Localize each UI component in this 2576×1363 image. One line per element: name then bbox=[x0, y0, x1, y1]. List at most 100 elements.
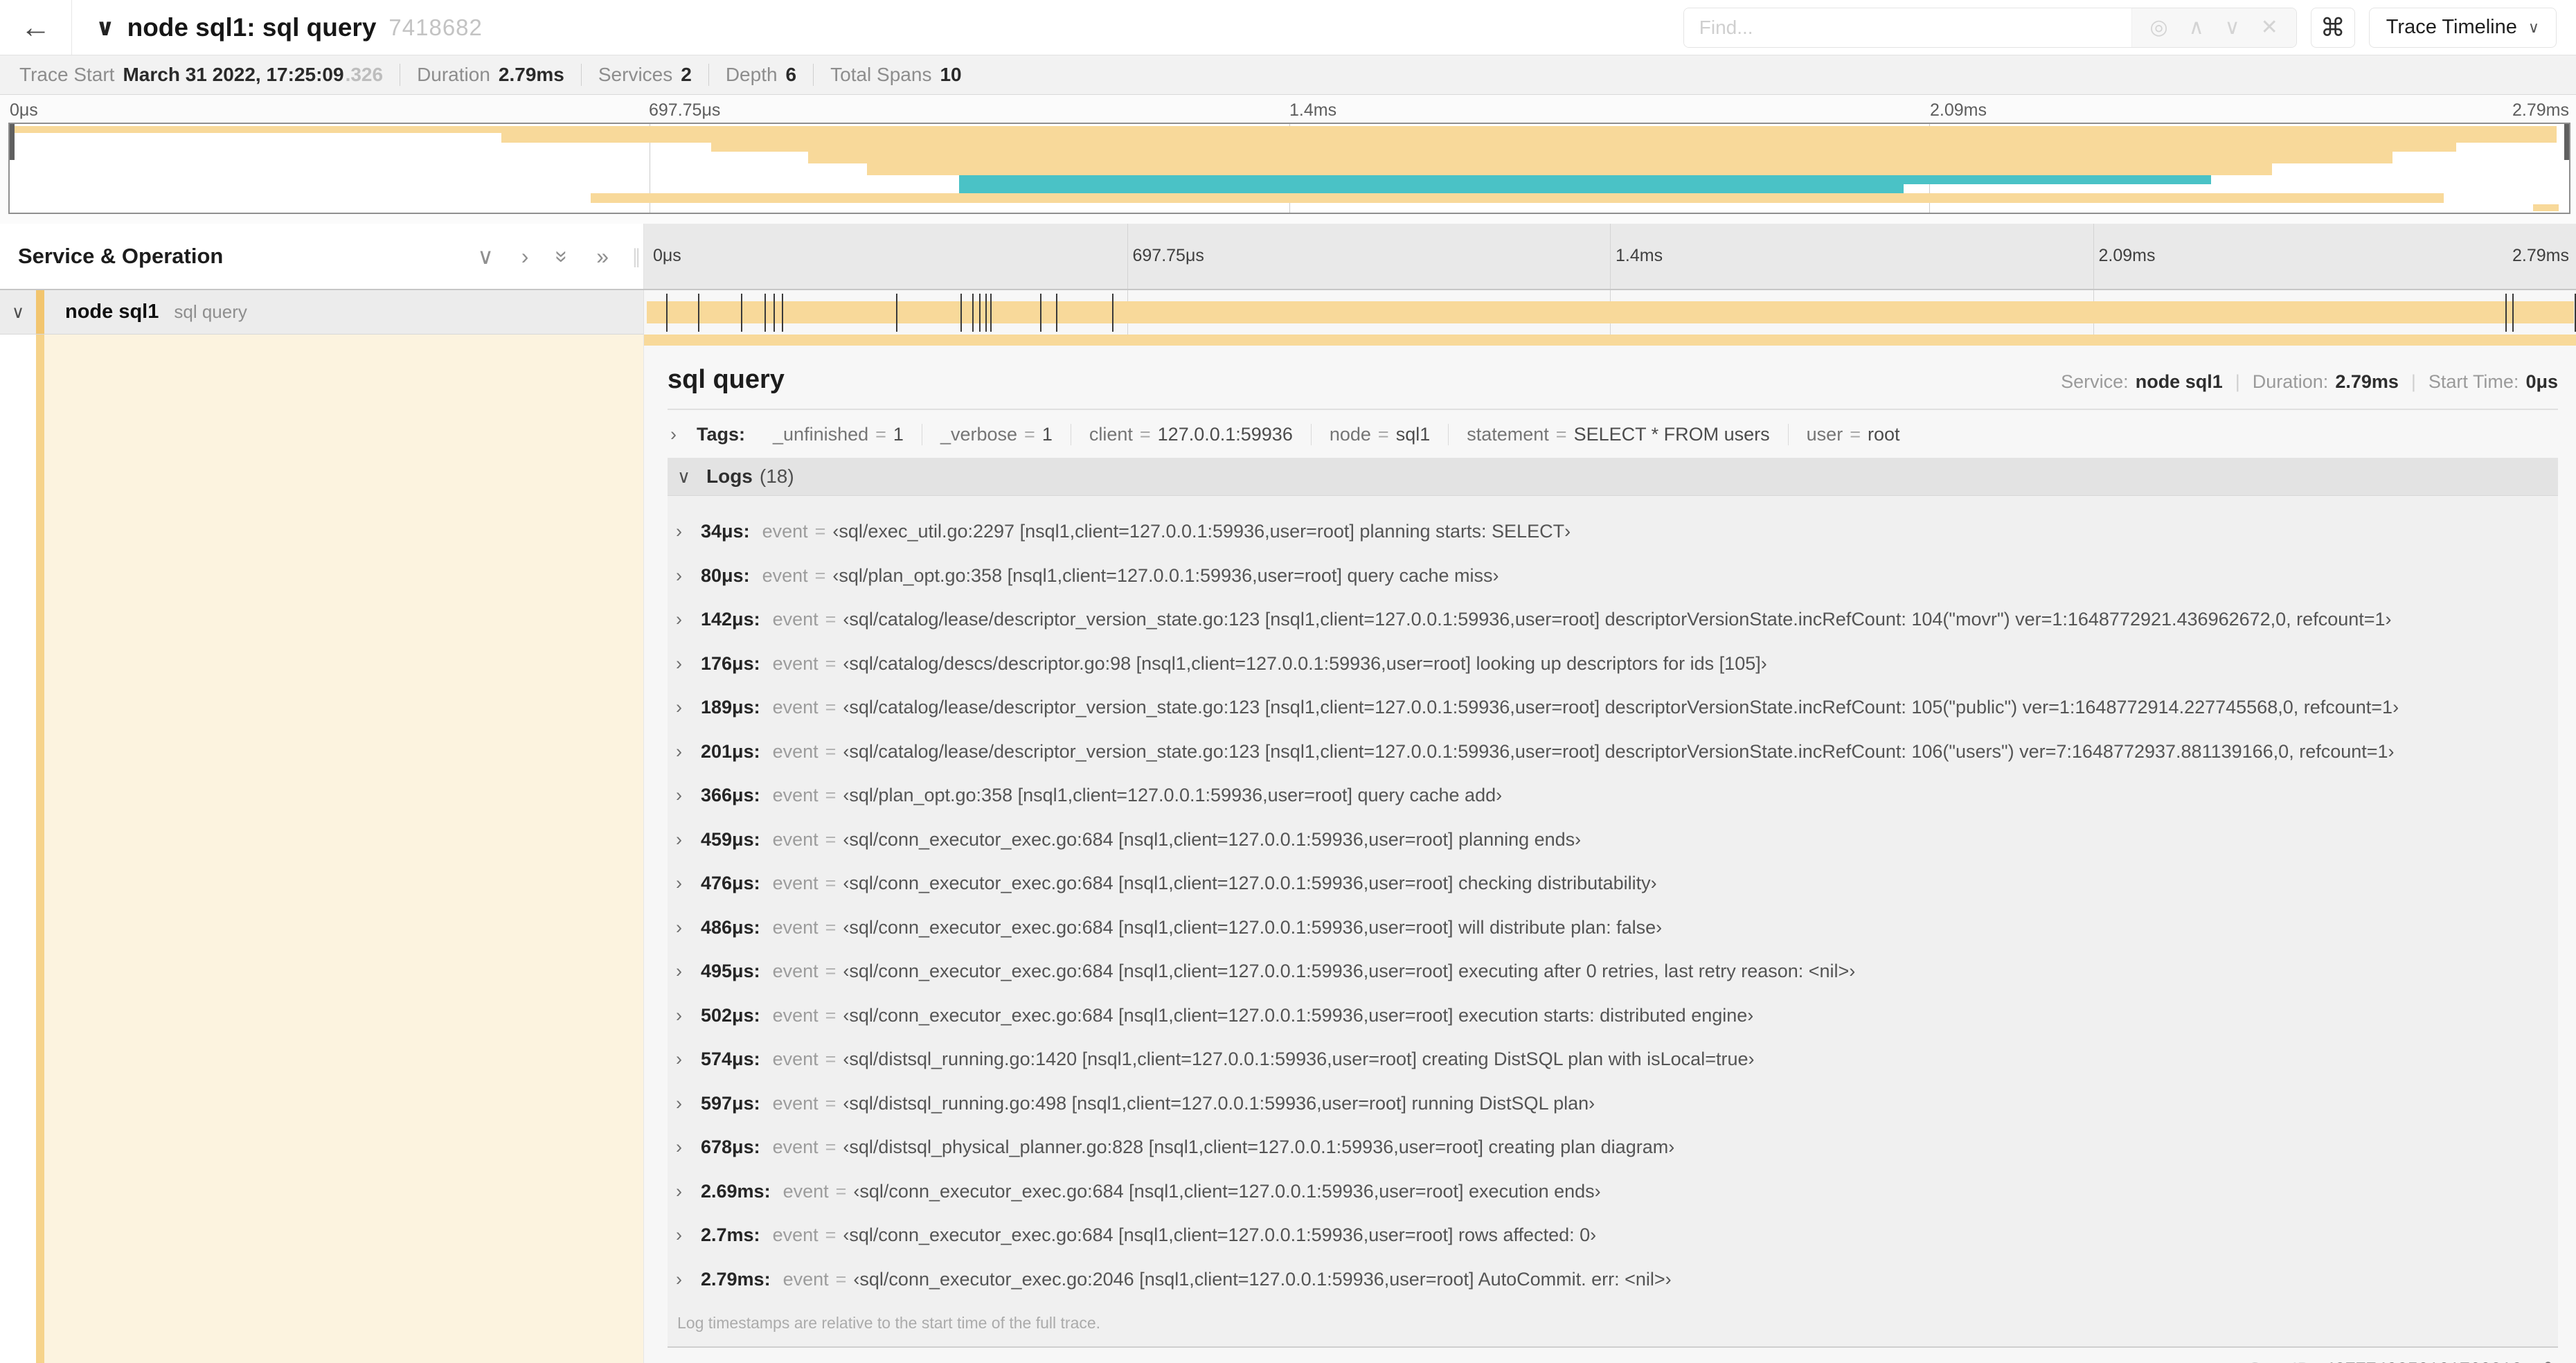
chevron-right-icon[interactable]: › bbox=[676, 785, 701, 806]
tag-key: statement bbox=[1467, 424, 1549, 445]
log-entry[interactable]: › 678μs: event = ‹sql/distsql_physical_plann… bbox=[676, 1125, 2558, 1170]
expand-all-icon[interactable]: » bbox=[596, 244, 609, 269]
log-tick-mark bbox=[1056, 294, 1057, 332]
log-entry[interactable]: › 459μs: event = ‹sql/conn_executor_exec.go:… bbox=[676, 818, 2558, 862]
log-field-value: ‹sql/exec_util.go:2297 [nsql1,client=127… bbox=[832, 521, 1571, 542]
services-value: 2 bbox=[681, 64, 692, 85]
link-icon[interactable] bbox=[2533, 1360, 2554, 1363]
expand-one-icon[interactable]: › bbox=[521, 244, 529, 269]
collapse-one-icon[interactable]: ∨ bbox=[477, 243, 493, 269]
column-resizer-handle[interactable]: ∥ bbox=[629, 245, 643, 268]
span-name-cell[interactable]: ∨ node sql1 sql query bbox=[0, 290, 644, 335]
find-group: ◎ ∧ ∨ ✕ bbox=[1683, 7, 2297, 48]
chevron-right-icon[interactable]: › bbox=[676, 1181, 701, 1202]
log-entry[interactable]: › 486μs: event = ‹sql/conn_executor_exec.go:… bbox=[676, 906, 2558, 950]
chevron-right-icon[interactable]: › bbox=[676, 1093, 701, 1114]
log-field-value: ‹sql/conn_executor_exec.go:684 [nsql1,cl… bbox=[843, 961, 1856, 982]
prev-match-icon[interactable]: ∧ bbox=[2189, 15, 2204, 39]
chevron-right-icon[interactable]: › bbox=[676, 1269, 701, 1290]
chevron-right-icon[interactable]: › bbox=[676, 829, 701, 850]
tag-equals: = bbox=[1555, 424, 1567, 445]
chevron-right-icon[interactable]: › bbox=[676, 1049, 701, 1070]
log-entry[interactable]: › 502μs: event = ‹sql/conn_executor_exec.go:… bbox=[676, 994, 2558, 1038]
minimap-canvas[interactable] bbox=[8, 123, 2570, 214]
log-field-value: ‹sql/catalog/lease/descriptor_version_st… bbox=[843, 609, 2392, 630]
log-entry[interactable]: › 366μs: event = ‹sql/plan_opt.go:358 [nsql1… bbox=[676, 774, 2558, 818]
chevron-right-icon[interactable]: › bbox=[676, 1005, 701, 1026]
log-entry[interactable]: › 176μs: event = ‹sql/catalog/descs/descript… bbox=[676, 642, 2558, 686]
log-entry[interactable]: › 189μs: event = ‹sql/catalog/lease/descript… bbox=[676, 686, 2558, 730]
log-entry[interactable]: › 80μs: event = ‹sql/plan_opt.go:358 [nsql1,… bbox=[676, 554, 2558, 598]
log-tick-mark bbox=[979, 294, 981, 332]
next-match-icon[interactable]: ∨ bbox=[2225, 15, 2240, 39]
chevron-down-icon[interactable]: ∨ bbox=[0, 302, 36, 323]
timeline-column-header: Service & Operation ∨ › » » ∥ 0μs 697.75… bbox=[0, 224, 2576, 290]
log-field-value: ‹sql/conn_executor_exec.go:684 [nsql1,cl… bbox=[843, 1224, 1597, 1246]
tag-item[interactable]: statement = SELECT * FROM users bbox=[1449, 424, 1789, 445]
log-entry[interactable]: › 34μs: event = ‹sql/exec_util.go:2297 [nsql… bbox=[676, 510, 2558, 554]
clear-search-icon[interactable]: ✕ bbox=[2261, 15, 2278, 39]
minimap-left-drag-handle[interactable] bbox=[10, 124, 15, 160]
logs-header[interactable]: ∨ Logs (18) bbox=[668, 458, 2558, 496]
log-entry[interactable]: › 142μs: event = ‹sql/catalog/lease/descript… bbox=[676, 598, 2558, 642]
log-field-key: event bbox=[772, 1004, 819, 1026]
locate-icon[interactable]: ◎ bbox=[2150, 15, 2168, 39]
tag-item[interactable]: _verbose = 1 bbox=[922, 424, 1071, 445]
chevron-right-icon[interactable]: › bbox=[676, 653, 701, 675]
chevron-right-icon[interactable]: › bbox=[676, 609, 701, 630]
log-entry[interactable]: › 476μs: event = ‹sql/conn_executor_exec.go:… bbox=[676, 862, 2558, 906]
collapse-all-icon[interactable]: » bbox=[550, 250, 575, 262]
total-spans-item: Total Spans 10 bbox=[830, 64, 978, 86]
chevron-right-icon[interactable]: › bbox=[676, 917, 701, 938]
header-toolbar: ◎ ∧ ∨ ✕ ⌘ Trace Timeline ∨ bbox=[1683, 7, 2576, 48]
log-entry[interactable]: › 574μs: event = ‹sql/distsql_running.go:142… bbox=[676, 1037, 2558, 1082]
span-row: ∨ node sql1 sql query bbox=[0, 290, 2576, 335]
minimap-right-drag-handle[interactable] bbox=[2564, 124, 2569, 160]
log-field-key: event bbox=[772, 785, 819, 806]
log-entry[interactable]: › 2.7ms: event = ‹sql/conn_executor_exec.go:… bbox=[676, 1213, 2558, 1258]
chevron-right-icon[interactable]: › bbox=[676, 961, 701, 982]
chevron-right-icon[interactable]: › bbox=[676, 521, 701, 542]
log-field-key: event bbox=[772, 1224, 819, 1246]
keyboard-shortcuts-button[interactable]: ⌘ bbox=[2310, 7, 2355, 48]
log-entry[interactable]: › 495μs: event = ‹sql/conn_executor_exec.go:… bbox=[676, 950, 2558, 994]
log-field-key: event bbox=[782, 1268, 829, 1290]
chevron-right-icon[interactable]: › bbox=[676, 565, 701, 587]
chevron-right-icon[interactable]: › bbox=[676, 1224, 701, 1246]
span-operation-name: sql query bbox=[174, 301, 247, 322]
log-timestamp: 2.7ms: bbox=[701, 1224, 760, 1246]
span-bar-cell[interactable] bbox=[644, 290, 2576, 335]
tag-item[interactable]: user = root bbox=[1789, 424, 1918, 445]
log-entry[interactable]: › 2.69ms: event = ‹sql/conn_executor_exec.go… bbox=[676, 1170, 2558, 1214]
tag-item[interactable]: node = sql1 bbox=[1312, 424, 1449, 445]
tags-row[interactable]: › Tags: _unfinished = 1 _verbose = 1 client = 12… bbox=[668, 410, 2558, 458]
back-arrow-icon: ← bbox=[20, 10, 51, 44]
chevron-right-icon[interactable]: › bbox=[676, 697, 701, 718]
tag-equals: = bbox=[1139, 424, 1151, 445]
chevron-right-icon[interactable]: › bbox=[676, 873, 701, 894]
chevron-right-icon[interactable]: › bbox=[670, 424, 697, 445]
log-field-value: ‹sql/catalog/descs/descriptor.go:98 [nsq… bbox=[843, 652, 1767, 674]
logs-label: Logs bbox=[706, 465, 753, 487]
minimap-tick-label: 697.75μs bbox=[649, 100, 721, 120]
trace-collapse-icon[interactable]: ∨ bbox=[96, 14, 115, 42]
minimap-span-bar bbox=[590, 193, 2444, 203]
back-button[interactable]: ← bbox=[0, 0, 72, 55]
log-entry[interactable]: › 597μs: event = ‹sql/distsql_running.go:498… bbox=[676, 1082, 2558, 1126]
tag-item[interactable]: client = 127.0.0.1:59936 bbox=[1071, 424, 1312, 445]
log-entry[interactable]: › 2.79ms: event = ‹sql/conn_executor_exec.go… bbox=[676, 1258, 2558, 1302]
chevron-right-icon[interactable]: › bbox=[676, 1137, 701, 1158]
tag-item[interactable]: _unfinished = 1 bbox=[755, 424, 922, 445]
log-timestamp: 486μs: bbox=[701, 916, 760, 938]
detail-meta: Service: node sql1 | Duration: 2.79ms | … bbox=[2061, 371, 2558, 393]
log-field-key: event bbox=[772, 1092, 819, 1114]
find-input[interactable] bbox=[1683, 8, 2131, 47]
span-duration-bar[interactable] bbox=[647, 301, 2574, 323]
log-timestamp: 678μs: bbox=[701, 1137, 760, 1158]
duration-value: 2.79ms bbox=[2335, 371, 2399, 392]
chevron-right-icon[interactable]: › bbox=[676, 741, 701, 763]
log-field-value: ‹sql/distsql_running.go:1420 [nsql1,clie… bbox=[843, 1049, 1755, 1070]
view-selector-button[interactable]: Trace Timeline ∨ bbox=[2368, 7, 2557, 48]
trace-minimap: 0μs 697.75μs 1.4ms 2.09ms 2.79ms bbox=[0, 95, 2576, 224]
log-entry[interactable]: › 201μs: event = ‹sql/catalog/lease/descript… bbox=[676, 730, 2558, 774]
